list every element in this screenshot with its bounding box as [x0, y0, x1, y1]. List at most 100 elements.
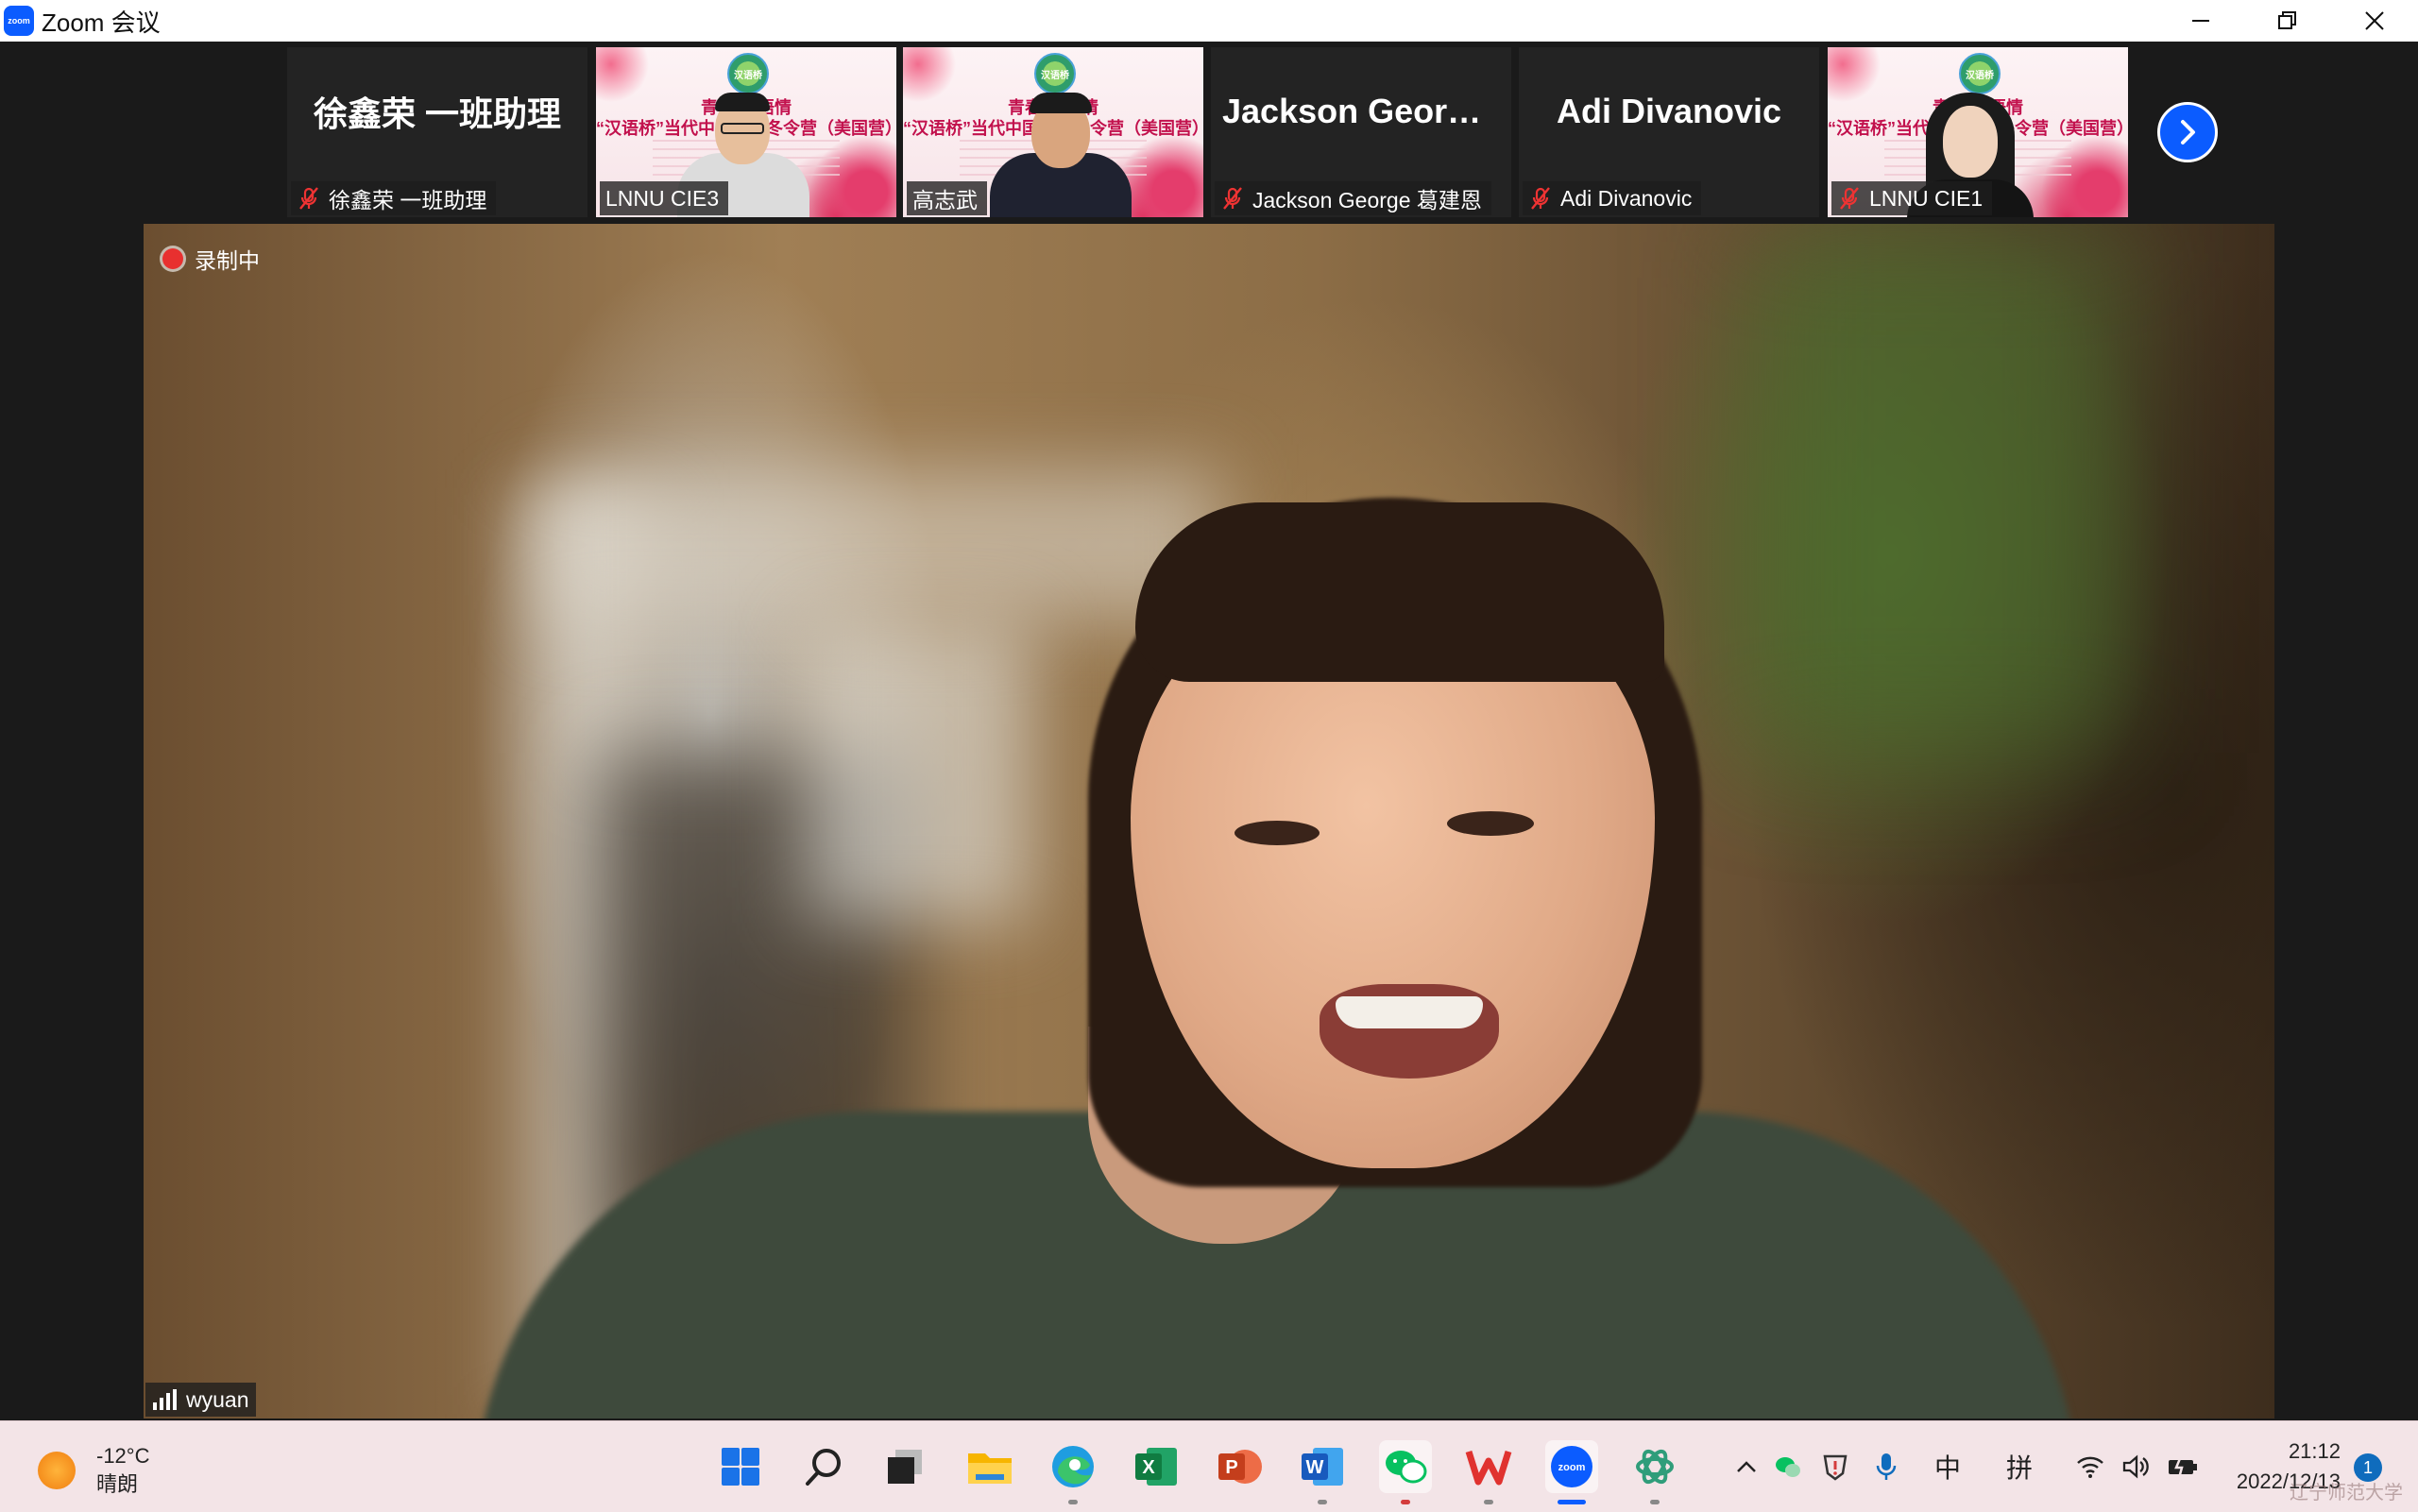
- taskbar-word[interactable]: W: [1296, 1440, 1349, 1504]
- signal-strength-icon: [153, 1389, 177, 1410]
- taskbar-wechat[interactable]: [1379, 1440, 1432, 1504]
- powerpoint-icon: P: [1218, 1450, 1262, 1484]
- wechat-tray-icon: [1776, 1457, 1800, 1477]
- participant-name-display: Adi Divanovic: [1556, 92, 1782, 130]
- background-plant: [1749, 224, 2127, 753]
- shield-alert-icon: [1823, 1454, 1848, 1481]
- active-speaker-video: 录制中 wyuan: [144, 224, 2274, 1419]
- participant-name-display: Jackson George...: [1222, 92, 1500, 130]
- show-hidden-icons-button[interactable]: [1730, 1448, 1762, 1486]
- wifi-icon: [2077, 1456, 2103, 1478]
- start-button[interactable]: [714, 1440, 767, 1493]
- ime-language-label: 中: [1933, 1453, 1961, 1483]
- participant-name-text: Jackson George 葛建恩: [1252, 188, 1482, 212]
- background-light: [805, 620, 1031, 923]
- ime-mode-toggle[interactable]: 拼: [2002, 1448, 2036, 1486]
- participant-name-label: Adi Divanovic: [1523, 181, 1702, 215]
- tray-security[interactable]: [1819, 1448, 1851, 1486]
- mic-muted-icon: [299, 187, 318, 210]
- search-button[interactable]: [797, 1440, 850, 1493]
- participant-gallery-strip: 徐鑫荣 一班助理 徐鑫荣 一班助理 汉语桥 青春·汉语情 “汉语桥”当代中国主题…: [0, 42, 2418, 223]
- microphone-icon: [1876, 1453, 1897, 1480]
- speaker-eye-right: [1447, 811, 1534, 836]
- participant-tile[interactable]: 汉语桥 青春·汉语情 “汉语桥”当代中国主题冬令营（美国营） LNNU CIE3: [596, 47, 896, 217]
- participant-tile[interactable]: Adi Divanovic Adi Divanovic: [1519, 47, 1819, 217]
- participant-name-label: Jackson George 葛建恩: [1215, 181, 1491, 215]
- participant-name-text: LNNU CIE1: [1869, 185, 1984, 211]
- close-button[interactable]: [2331, 0, 2418, 42]
- taskbar-wps[interactable]: [1462, 1440, 1515, 1504]
- participant-figure: [990, 76, 1132, 217]
- tray-network[interactable]: [2074, 1448, 2106, 1486]
- participant-name-display: 徐鑫荣 一班助理: [313, 94, 561, 133]
- restore-button[interactable]: [2244, 0, 2331, 42]
- recording-dot-icon: [162, 248, 183, 269]
- speaker-teeth: [1336, 996, 1483, 1028]
- windows-start-icon: [722, 1448, 759, 1486]
- ime-mode-label: 拼: [2005, 1453, 2033, 1483]
- participant-name-text: 高志武: [912, 188, 978, 212]
- participant-name-text: LNNU CIE3: [605, 185, 720, 211]
- task-view-button[interactable]: [878, 1440, 931, 1493]
- sun-icon: [38, 1452, 76, 1489]
- taskbar-powerpoint[interactable]: P: [1213, 1440, 1266, 1493]
- mic-muted-icon: [1840, 187, 1859, 210]
- openai-knot-icon: [1636, 1449, 1674, 1485]
- minimize-button[interactable]: [2157, 0, 2244, 42]
- speaker-fringe: [1135, 502, 1664, 682]
- speaker-name-text: wyuan: [186, 1386, 249, 1412]
- participant-name-text: 徐鑫荣 一班助理: [329, 188, 487, 212]
- speaker-volume-icon: [2122, 1454, 2149, 1479]
- recording-indicator[interactable]: 录制中: [162, 243, 260, 275]
- taskbar-excel[interactable]: X: [1130, 1440, 1183, 1493]
- participant-name-text: Adi Divanovic: [1560, 185, 1693, 211]
- excel-icon: X: [1135, 1448, 1177, 1486]
- wps-office-icon: [1465, 1450, 1512, 1486]
- folder-icon: [968, 1453, 1012, 1484]
- notification-count: 1: [2362, 1457, 2373, 1477]
- edge-browser-icon: [1052, 1446, 1094, 1487]
- tray-wechat[interactable]: [1772, 1448, 1804, 1486]
- weather-description: 晴朗: [96, 1472, 139, 1496]
- participant-tile[interactable]: 汉语桥 青春·汉语情 “汉语桥”当代中国主题冬令营（美国营） LNNU CIE1: [1828, 47, 2128, 217]
- speaker-name-label: wyuan: [145, 1383, 257, 1417]
- tray-volume[interactable]: [2120, 1448, 2152, 1486]
- window-title-bar: zoom Zoom 会议: [0, 0, 2418, 42]
- svg-text:P: P: [1225, 1457, 1237, 1478]
- taskbar-edge[interactable]: [1047, 1440, 1099, 1504]
- participant-name-label: LNNU CIE1: [1831, 181, 1993, 215]
- minimize-icon: [2192, 20, 2209, 22]
- participant-name-label: LNNU CIE3: [600, 181, 729, 215]
- background-door-top: [540, 469, 1220, 620]
- tray-battery[interactable]: [2165, 1448, 2201, 1486]
- clock-time: 21:12: [2288, 1439, 2341, 1463]
- taskbar-file-explorer[interactable]: [963, 1440, 1016, 1493]
- restore-icon: [2278, 11, 2296, 29]
- weather-widget[interactable]: -12°C 晴朗: [38, 1442, 149, 1499]
- wechat-icon: [1386, 1451, 1427, 1484]
- chevron-right-icon: [2181, 120, 2195, 144]
- svg-text:X: X: [1142, 1457, 1155, 1478]
- mic-muted-icon: [1223, 187, 1242, 210]
- gallery-next-page-button[interactable]: [2157, 102, 2218, 162]
- battery-charging-icon: [2169, 1455, 2197, 1479]
- zoom-app-icon: zoom: [1551, 1446, 1592, 1487]
- participant-tile[interactable]: 徐鑫荣 一班助理 徐鑫荣 一班助理: [287, 47, 587, 217]
- weather-temperature: -12°C: [96, 1444, 150, 1468]
- taskbar-zoom[interactable]: zoom: [1545, 1440, 1598, 1504]
- participant-name-label: 徐鑫荣 一班助理: [291, 181, 497, 215]
- close-icon: [2365, 11, 2384, 30]
- ime-language-toggle[interactable]: 中: [1931, 1448, 1965, 1486]
- svg-text:zoom: zoom: [1558, 1462, 1586, 1473]
- taskbar-chatgpt[interactable]: [1628, 1440, 1681, 1504]
- word-icon: W: [1302, 1448, 1343, 1486]
- participant-tile[interactable]: Jackson George... Jackson George 葛建恩: [1211, 47, 1511, 217]
- participant-tile[interactable]: 汉语桥 青春·汉语情 “汉语桥”当代中国主题冬令营（美国营） 高志武: [903, 47, 1203, 217]
- window-title: Zoom 会议: [42, 8, 161, 37]
- mic-muted-icon: [1531, 187, 1550, 210]
- windows-taskbar: -12°C 晴朗 X P W zoom 中 拼 21:12 2022/12/13…: [0, 1420, 2418, 1512]
- university-watermark: 辽宁师范大学: [2290, 1483, 2403, 1504]
- window-controls: [2157, 0, 2418, 42]
- tray-microphone[interactable]: [1870, 1448, 1902, 1486]
- zoom-logo-icon: zoom: [4, 6, 34, 36]
